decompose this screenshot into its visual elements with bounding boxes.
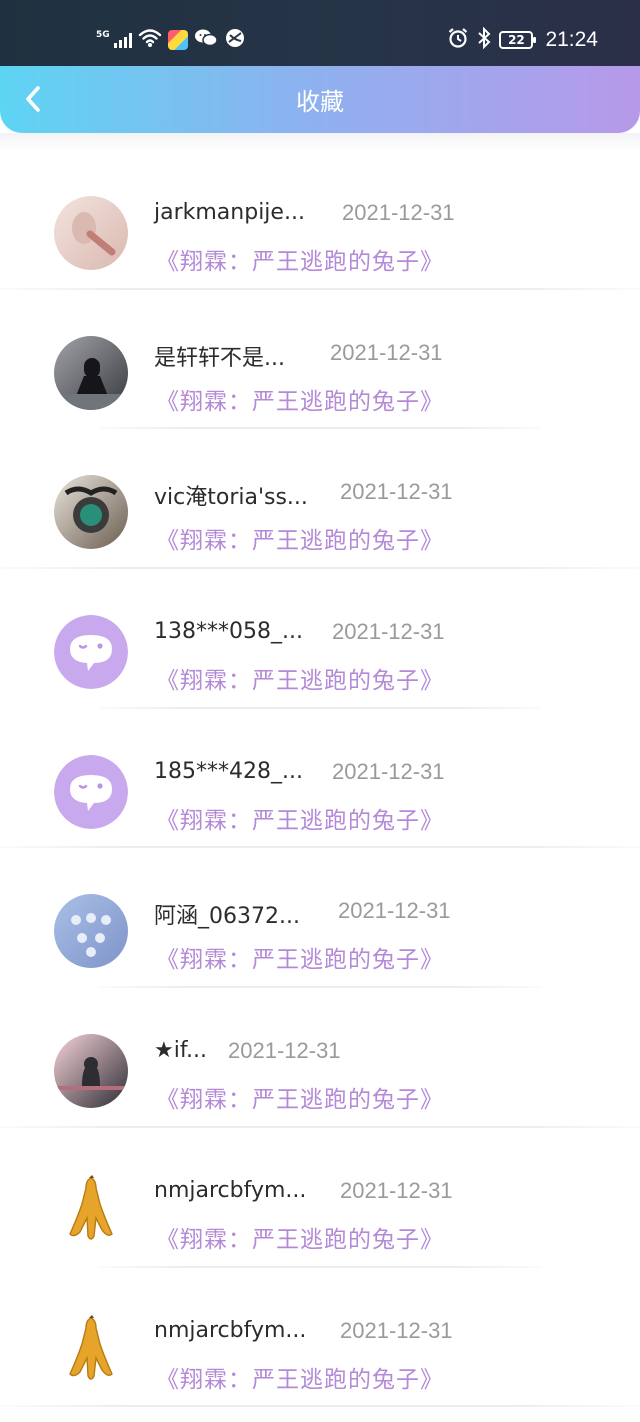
work-title-link[interactable]: 《翔霖：严王逃跑的兔子》 — [156, 1080, 444, 1114]
avatar[interactable] — [54, 754, 128, 829]
favorite-item[interactable]: nmjarcbfym... 2021-12-31 《翔霖：严王逃跑的兔子》 — [0, 1268, 640, 1408]
avatar[interactable] — [54, 1173, 128, 1248]
favorite-date: 2021-12-31 — [340, 479, 453, 505]
avatar[interactable] — [54, 615, 128, 690]
favorite-date: 2021-12-31 — [330, 339, 443, 365]
favorite-date: 2021-12-31 — [340, 1177, 453, 1203]
user-name: 阿涵_06372... — [154, 904, 300, 930]
page-title: 收藏 — [296, 88, 344, 116]
favorite-item[interactable]: jarkmanpije... 2021-12-31 《翔霖：严王逃跑的兔子》 — [0, 150, 640, 290]
user-name: 185***428_... — [154, 758, 303, 784]
signal-icon — [113, 32, 132, 48]
work-title-link[interactable]: 《翔霖：严王逃跑的兔子》 — [156, 661, 444, 695]
divider — [0, 1405, 640, 1408]
favorite-item[interactable]: nmjarcbfym... 2021-12-31 《翔霖：严王逃跑的兔子》 — [0, 1128, 640, 1268]
alarm-icon — [447, 27, 469, 53]
favorite-item[interactable]: 138***058_... 2021-12-31 《翔霖：严王逃跑的兔子》 — [0, 569, 640, 709]
favorite-date: 2021-12-31 — [342, 200, 455, 225]
network-type: 5G — [96, 29, 110, 40]
user-name: 138***058_... — [154, 619, 303, 645]
work-title-link[interactable]: 《翔霖：严王逃跑的兔子》 — [156, 801, 444, 835]
user-name: vic淹toria'ss... — [154, 485, 308, 511]
avatar[interactable] — [54, 1034, 128, 1109]
user-name: jarkmanpije... — [154, 200, 305, 225]
user-name: ★if... — [154, 1038, 207, 1064]
wifi-icon — [138, 28, 162, 52]
work-title-link[interactable]: 《翔霖：严王逃跑的兔子》 — [156, 1220, 444, 1254]
avatar[interactable] — [54, 894, 128, 969]
favorite-item[interactable]: vic淹toria'ss... 2021-12-31 《翔霖：严王逃跑的兔子》 — [0, 429, 640, 570]
work-title-link[interactable]: 《翔霖：严王逃跑的兔子》 — [156, 1360, 444, 1394]
battery-icon: 22 — [499, 31, 537, 49]
work-title-link[interactable]: 《翔霖：严王逃跑的兔子》 — [156, 521, 444, 555]
user-name: 是轩轩不是... — [154, 345, 285, 371]
favorite-item[interactable]: 185***428_... 2021-12-31 《翔霖：严王逃跑的兔子》 — [0, 709, 640, 849]
browser-icon — [224, 27, 246, 53]
favorites-list: jarkmanpije... 2021-12-31 《翔霖：严王逃跑的兔子》 是轩轩不… — [0, 150, 640, 1408]
favorite-date: 2021-12-31 — [340, 1317, 453, 1343]
favorite-date: 2021-12-31 — [338, 898, 451, 924]
work-title-link[interactable]: 《翔霖：严王逃跑的兔子》 — [156, 242, 444, 276]
avatar[interactable] — [54, 475, 128, 550]
bluetooth-icon — [477, 26, 491, 53]
wechat-icon — [194, 28, 218, 52]
favorite-item[interactable]: 阿涵_06372... 2021-12-31 《翔霖：严王逃跑的兔子》 — [0, 848, 640, 989]
favorite-date: 2021-12-31 — [228, 1038, 341, 1064]
status-bar-left: 5G — [96, 26, 246, 54]
top-bar: 收藏 — [0, 66, 640, 133]
work-title-link[interactable]: 《翔霖：严王逃跑的兔子》 — [156, 940, 444, 974]
app-icon — [167, 30, 188, 50]
favorite-item[interactable]: ★if... 2021-12-31 《翔霖：严王逃跑的兔子》 — [0, 988, 640, 1128]
status-bar: 5G 22 21:24 — [0, 0, 640, 70]
favorite-date: 2021-12-31 — [332, 758, 445, 784]
user-name: nmjarcbfym... — [154, 1177, 307, 1203]
favorite-item[interactable]: 是轩轩不是... 2021-12-31 《翔霖：严王逃跑的兔子》 — [0, 290, 640, 430]
user-name: nmjarcbfym... — [154, 1317, 307, 1343]
avatar[interactable] — [54, 196, 128, 270]
favorite-date: 2021-12-31 — [332, 619, 445, 645]
avatar[interactable] — [54, 1313, 128, 1388]
avatar[interactable] — [54, 335, 128, 410]
header-shadow — [0, 133, 640, 151]
work-title-link[interactable]: 《翔霖：严王逃跑的兔子》 — [156, 382, 444, 416]
status-time: 21:24 — [545, 28, 598, 51]
status-bar-right: 22 21:24 — [447, 26, 598, 54]
